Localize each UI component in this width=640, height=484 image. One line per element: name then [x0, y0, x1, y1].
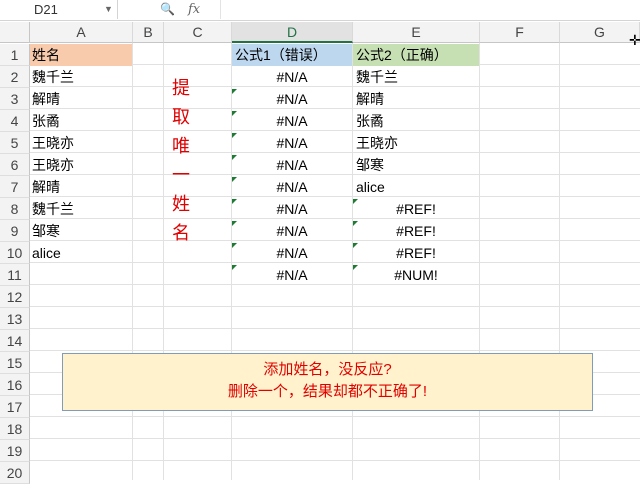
column-header-g[interactable]: G [560, 22, 640, 43]
column-header-f[interactable]: F [480, 22, 560, 43]
cell-d7[interactable]: #N/A [232, 176, 352, 198]
cell-a6[interactable]: 王晓亦 [30, 154, 132, 176]
row-header[interactable]: 17 [0, 396, 30, 418]
grid-line [163, 43, 164, 480]
grid-line [559, 43, 560, 480]
cell-a7[interactable]: 解晴 [30, 176, 132, 198]
row-header[interactable]: 1 [0, 44, 30, 66]
fx-icon[interactable]: fx [188, 0, 200, 19]
error-indicator-icon[interactable] [353, 265, 358, 270]
side-label-char: 一 [172, 165, 190, 185]
grid-line [479, 43, 480, 480]
row-header[interactable]: 9 [0, 220, 30, 242]
side-label: 提 取 唯 一 姓 名 [170, 74, 192, 248]
cell-e7[interactable]: alice [353, 176, 479, 198]
error-indicator-icon[interactable] [232, 199, 237, 204]
cell-a8[interactable]: 魏千兰 [30, 198, 132, 220]
name-box-value: D21 [34, 2, 58, 17]
error-indicator-icon[interactable] [232, 133, 237, 138]
row-header[interactable]: 19 [0, 440, 30, 462]
chevron-down-icon[interactable]: ▼ [104, 0, 113, 19]
cell-d9[interactable]: #N/A [232, 220, 352, 242]
cell-a5[interactable]: 王晓亦 [30, 132, 132, 154]
error-indicator-icon[interactable] [232, 177, 237, 182]
column-header-e[interactable]: E [353, 22, 480, 43]
row-header[interactable]: 16 [0, 374, 30, 396]
cell-d1[interactable]: 公式1（错误） [232, 44, 352, 66]
error-indicator-icon[interactable] [353, 221, 358, 226]
cell-a1[interactable]: 姓名 [30, 44, 132, 66]
cell-e6[interactable]: 邹寒 [353, 154, 479, 176]
grid-line [132, 43, 133, 480]
row-header[interactable]: 18 [0, 418, 30, 440]
cursor-icon: ✛ [629, 32, 640, 48]
row-header[interactable]: 8 [0, 198, 30, 220]
column-header-b[interactable]: B [133, 22, 164, 43]
formula-input[interactable] [220, 0, 640, 19]
cell-e3[interactable]: 解晴 [353, 88, 479, 110]
error-indicator-icon[interactable] [232, 89, 237, 94]
column-header-a[interactable]: A [30, 22, 133, 43]
row-header[interactable]: 7 [0, 176, 30, 198]
error-indicator-icon[interactable] [353, 243, 358, 248]
row-header[interactable]: 11 [0, 264, 30, 286]
error-indicator-icon[interactable] [232, 265, 237, 270]
side-label-char: 提 [172, 78, 190, 98]
cell-a3[interactable]: 解晴 [30, 88, 132, 110]
select-all-corner[interactable] [0, 22, 30, 43]
note-line-1: 添加姓名，没反应? [263, 361, 392, 378]
cell-e11[interactable]: #NUM! [353, 264, 479, 286]
row-header[interactable]: 13 [0, 308, 30, 330]
cell-d2[interactable]: #N/A [232, 66, 352, 88]
zoom-icon[interactable]: 🔍 [160, 0, 175, 19]
error-indicator-icon[interactable] [232, 155, 237, 160]
cell-a9[interactable]: 邹寒 [30, 220, 132, 242]
row-header[interactable]: 20 [0, 462, 30, 484]
column-header-d[interactable]: D [232, 22, 353, 43]
side-label-char: 姓 [172, 194, 190, 214]
cell-a4[interactable]: 张矞 [30, 110, 132, 132]
row-header[interactable]: 12 [0, 286, 30, 308]
cell-d6[interactable]: #N/A [232, 154, 352, 176]
cell-d5[interactable]: #N/A [232, 132, 352, 154]
side-label-char: 唯 [172, 136, 190, 156]
error-indicator-icon[interactable] [232, 111, 237, 116]
cell-e4[interactable]: 张矞 [353, 110, 479, 132]
annotation-textbox[interactable]: 添加姓名，没反应? 删除一个，结果却都不正确了! [62, 353, 593, 411]
cell-d10[interactable]: #N/A [232, 242, 352, 264]
cell-d11[interactable]: #N/A [232, 264, 352, 286]
cell-e10[interactable]: #REF! [353, 242, 479, 264]
row-header[interactable]: 5 [0, 132, 30, 154]
cell-e1[interactable]: 公式2（正确） [353, 44, 479, 66]
row-header[interactable]: 2 [0, 66, 30, 88]
error-indicator-icon[interactable] [232, 243, 237, 248]
row-header[interactable]: 3 [0, 88, 30, 110]
cell-e5[interactable]: 王晓亦 [353, 132, 479, 154]
row-header[interactable]: 10 [0, 242, 30, 264]
cell-d4[interactable]: #N/A [232, 110, 352, 132]
row-header[interactable]: 4 [0, 110, 30, 132]
cell-d3[interactable]: #N/A [232, 88, 352, 110]
cell-a2[interactable]: 魏千兰 [30, 66, 132, 88]
cell-d8[interactable]: #N/A [232, 198, 352, 220]
cell-e2[interactable]: 魏千兰 [353, 66, 479, 88]
side-label-char: 取 [172, 107, 190, 127]
side-label-char: 名 [172, 223, 190, 243]
note-line-2: 删除一个，结果却都不正确了! [227, 383, 428, 400]
cell-a10[interactable]: alice [30, 242, 132, 264]
row-header[interactable]: 6 [0, 154, 30, 176]
error-indicator-icon[interactable] [232, 221, 237, 226]
name-box[interactable]: D21 [0, 0, 118, 19]
formula-bar: D21 ▼ 🔍 fx [0, 0, 640, 21]
column-header-c[interactable]: C [164, 22, 232, 43]
cell-e8[interactable]: #REF! [353, 198, 479, 220]
row-header[interactable]: 15 [0, 352, 30, 374]
cell-e9[interactable]: #REF! [353, 220, 479, 242]
error-indicator-icon[interactable] [353, 199, 358, 204]
row-header[interactable]: 14 [0, 330, 30, 352]
